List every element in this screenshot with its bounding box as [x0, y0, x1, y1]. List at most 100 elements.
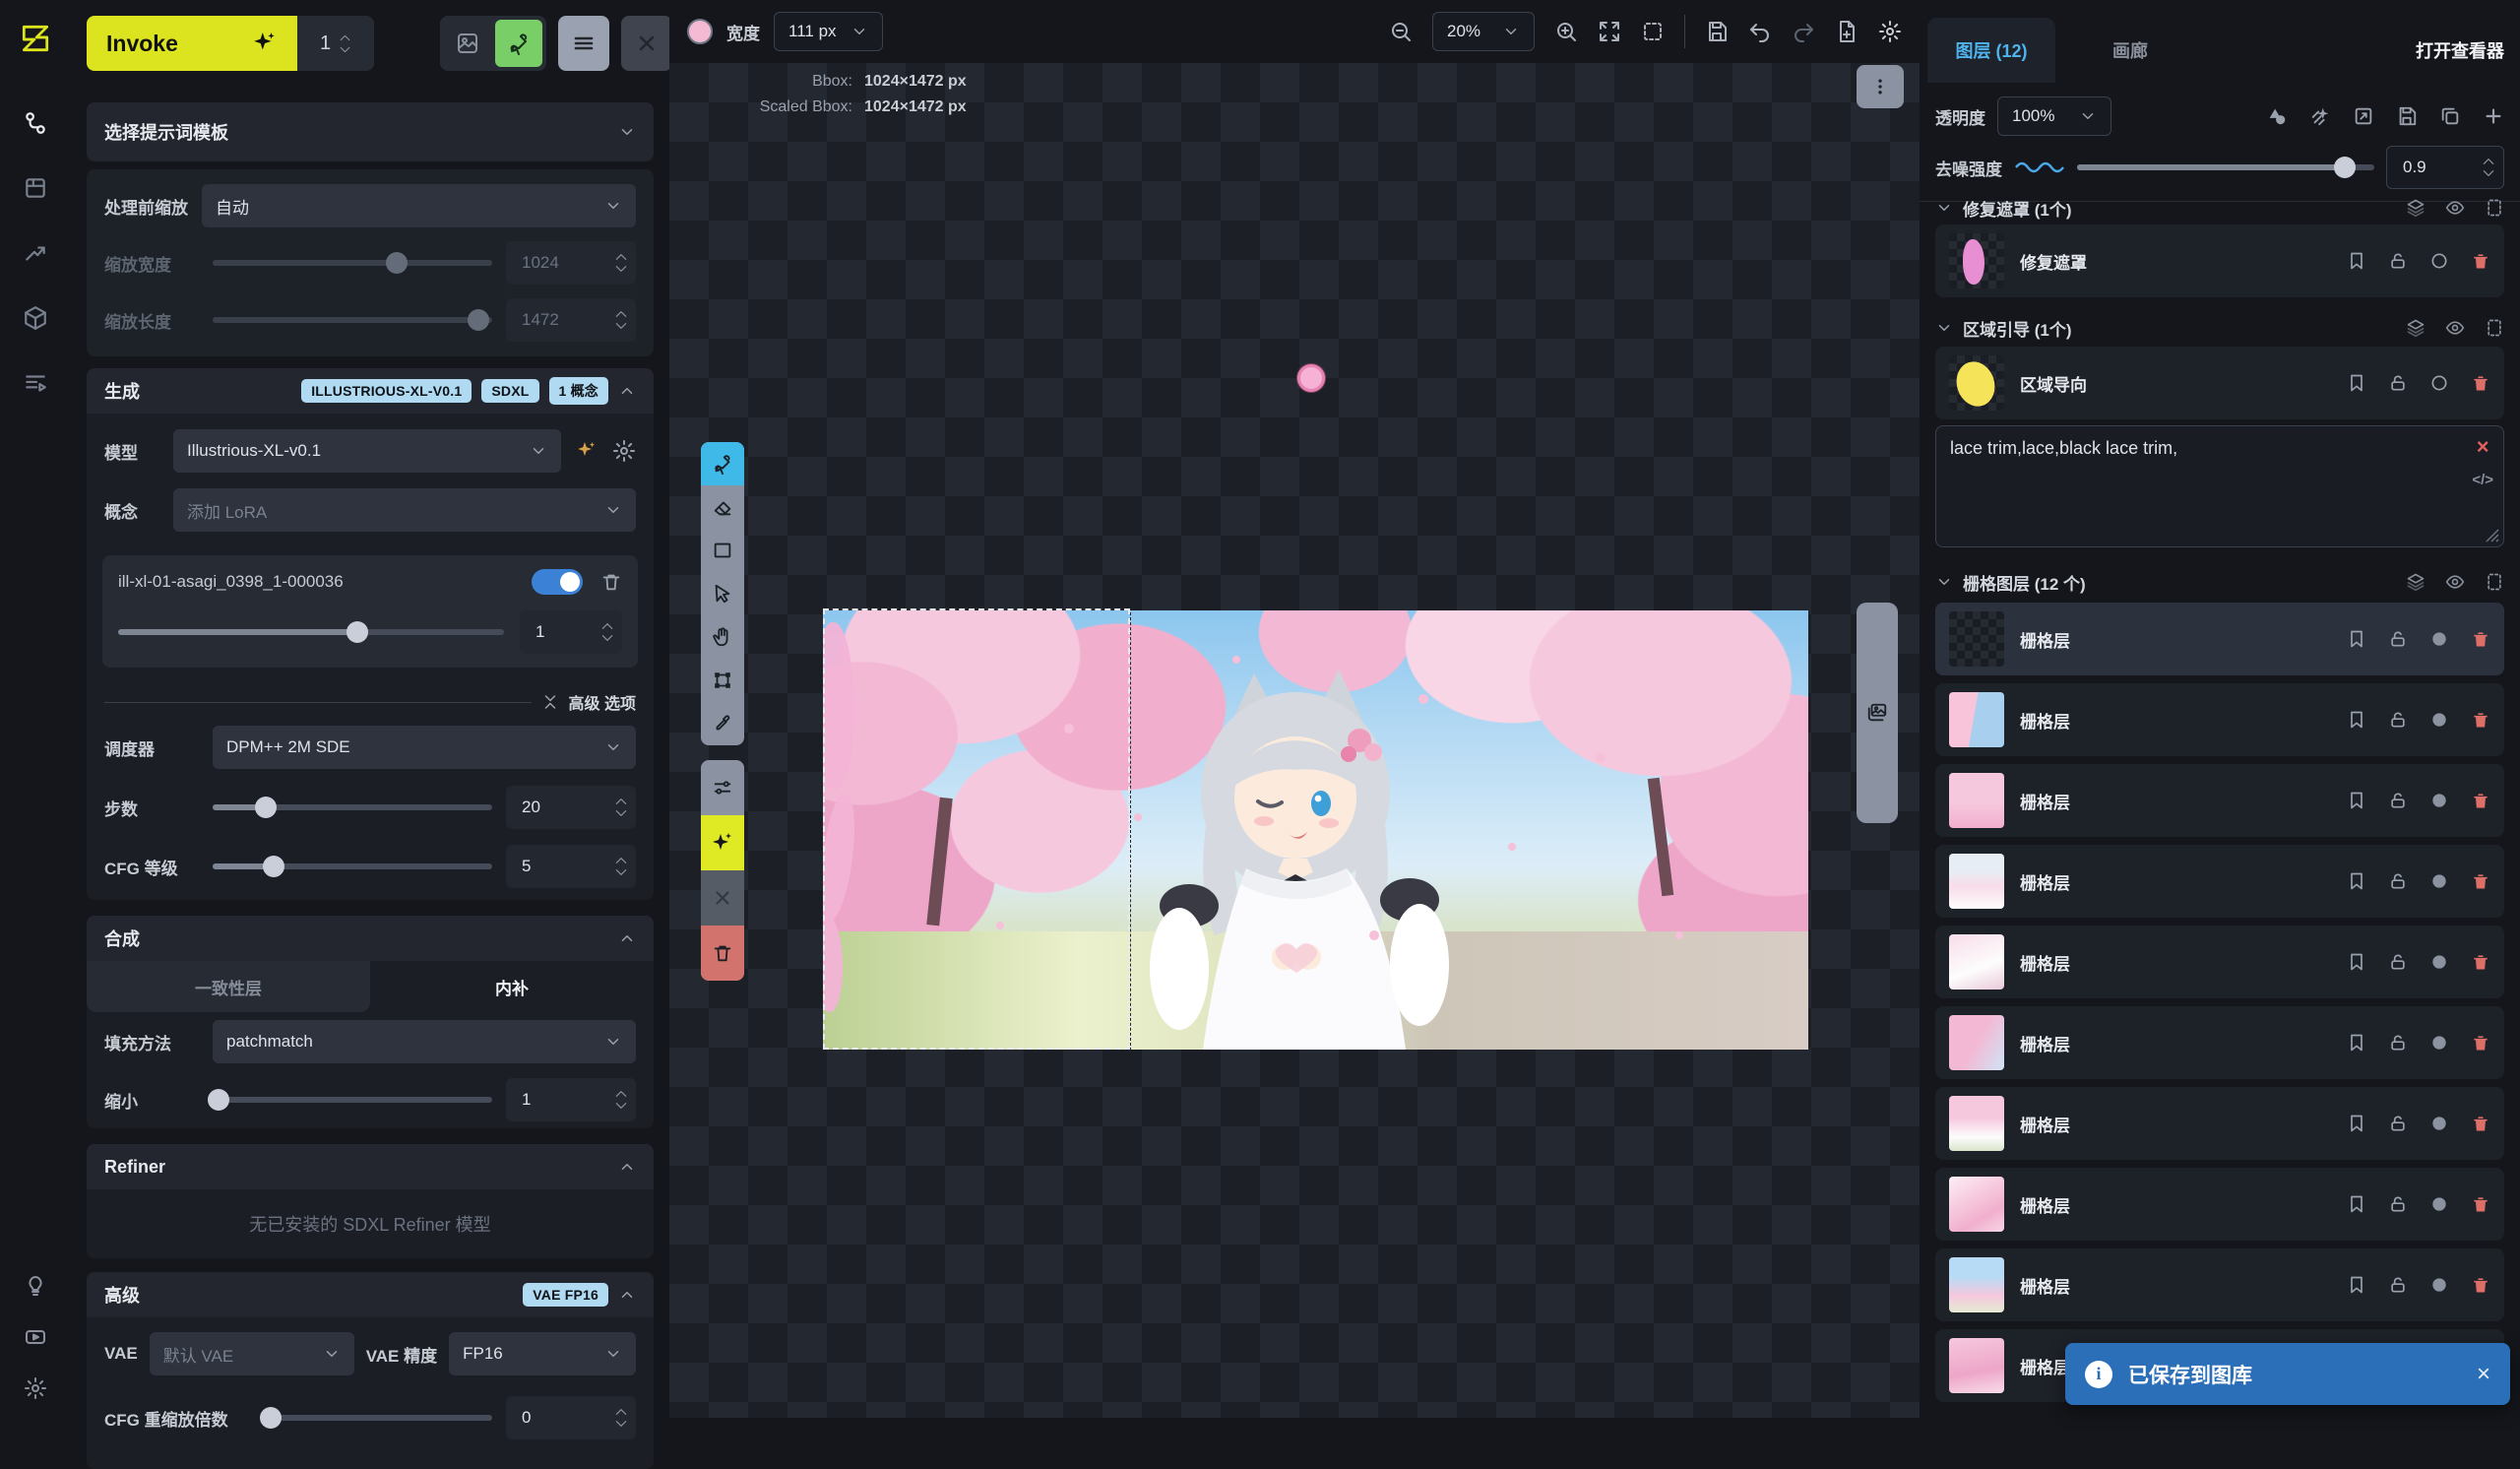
scale-height-slider[interactable]: [213, 308, 492, 332]
raster-layer-row[interactable]: 栅格层: [1935, 1248, 2504, 1321]
delete-layer-icon[interactable]: [2471, 251, 2490, 271]
steps-slider[interactable]: [213, 796, 492, 819]
invoke-button[interactable]: Invoke: [87, 16, 297, 71]
lock-icon[interactable]: [2388, 710, 2408, 730]
transform-tool-button[interactable]: [701, 659, 744, 702]
bookmark-icon[interactable]: [2347, 1275, 2366, 1295]
brush-view-button[interactable]: [495, 20, 542, 67]
model-sparkle-icon[interactable]: [575, 439, 598, 463]
brush-width-select[interactable]: 111 px: [774, 12, 883, 51]
downscale-input[interactable]: 1: [506, 1078, 636, 1121]
lock-icon[interactable]: [2388, 1194, 2408, 1214]
filter-settings-button[interactable]: [701, 760, 744, 815]
vae-precision-select[interactable]: FP16: [449, 1332, 636, 1375]
queue-count-input[interactable]: 1: [297, 16, 374, 71]
image-view-button[interactable]: [444, 20, 491, 67]
raster-layer-row[interactable]: 栅格层: [1935, 845, 2504, 918]
lock-icon[interactable]: [2388, 952, 2408, 972]
advanced-header[interactable]: 高级 VAE FP16: [87, 1272, 654, 1317]
group-bbox-icon[interactable]: [2485, 572, 2504, 592]
prompt-code-icon[interactable]: </>: [2472, 472, 2493, 488]
chevron-down-icon[interactable]: [618, 123, 636, 141]
raster-layer-row[interactable]: 栅格层: [1935, 926, 2504, 998]
regional-prompt-textarea[interactable]: lace trim,lace,black lace trim, × </>: [1935, 425, 2504, 547]
bookmark-icon[interactable]: [2347, 1114, 2366, 1133]
chevron-up-icon[interactable]: [618, 929, 636, 947]
bbox-frame-icon[interactable]: [1641, 20, 1665, 43]
visibility-circle-icon[interactable]: [2429, 1194, 2449, 1214]
prompt-clear-icon[interactable]: ×: [2477, 436, 2489, 458]
chevron-down-icon[interactable]: [1935, 573, 1953, 591]
downscale-slider[interactable]: [213, 1088, 492, 1112]
merge-shapes-icon[interactable]: [2266, 105, 2288, 127]
denoise-input[interactable]: 0.9: [2386, 146, 2504, 189]
lock-icon[interactable]: [2388, 251, 2408, 271]
tab-inpaint[interactable]: 内补: [370, 961, 654, 1012]
delete-layer-icon[interactable]: [2471, 1275, 2490, 1295]
zoom-out-icon[interactable]: [1389, 20, 1413, 43]
refiner-header[interactable]: Refiner: [87, 1144, 654, 1189]
toast-close-icon[interactable]: ×: [2477, 1361, 2490, 1388]
pan-tool-button[interactable]: [701, 615, 744, 659]
scheduler-select[interactable]: DPM++ 2M SDE: [213, 726, 636, 769]
close-panel-button[interactable]: [621, 16, 672, 71]
visibility-circle-icon[interactable]: [2429, 1114, 2449, 1133]
sparkle-trail-icon[interactable]: [2309, 105, 2331, 127]
nav-upscale-icon[interactable]: [23, 240, 48, 266]
visibility-circle-icon[interactable]: [2429, 373, 2449, 393]
lora-enabled-toggle[interactable]: [532, 569, 583, 595]
chevron-up-icon[interactable]: [618, 1158, 636, 1176]
inpaint-mask-layer-row[interactable]: 修复遮罩: [1935, 224, 2504, 297]
resize-handle-icon[interactable]: [2486, 529, 2499, 543]
chevron-down-icon[interactable]: [1935, 199, 1953, 217]
bookmark-icon[interactable]: [2347, 791, 2366, 810]
new-file-icon[interactable]: [1835, 20, 1858, 43]
invoke-logo-icon[interactable]: [19, 22, 52, 55]
lock-icon[interactable]: [2388, 791, 2408, 810]
model-settings-gear-icon[interactable]: [612, 439, 636, 463]
undo-icon[interactable]: [1748, 20, 1772, 43]
delete-layer-icon[interactable]: [2471, 1033, 2490, 1053]
bookmark-icon[interactable]: [2347, 1194, 2366, 1214]
raster-layer-row[interactable]: 栅格层: [1935, 764, 2504, 837]
generate-sparkle-button[interactable]: [701, 815, 744, 870]
eraser-tool-button[interactable]: [701, 485, 744, 529]
visibility-circle-icon[interactable]: [2429, 710, 2449, 730]
visibility-circle-icon[interactable]: [2429, 629, 2449, 649]
group-visibility-icon[interactable]: [2445, 198, 2465, 218]
delete-layer-icon[interactable]: [2471, 629, 2490, 649]
bookmark-icon[interactable]: [2347, 871, 2366, 891]
nav-workflow-nodes-icon[interactable]: [23, 110, 48, 136]
open-viewer-link[interactable]: 打开查看器: [2416, 37, 2504, 63]
cfg-rescale-slider[interactable]: [266, 1406, 492, 1430]
stepper-down-icon[interactable]: [339, 45, 351, 54]
scale-width-slider[interactable]: [213, 251, 492, 275]
bbox-selection-marquee[interactable]: [823, 608, 1130, 1050]
chevron-up-icon[interactable]: [618, 382, 636, 400]
cfg-rescale-input[interactable]: 0: [506, 1396, 636, 1439]
prompt-template-card[interactable]: 选择提示词模板: [87, 102, 654, 161]
group-layers-icon[interactable]: [2406, 318, 2426, 338]
menu-button[interactable]: [558, 16, 609, 71]
delete-button[interactable]: [701, 926, 744, 981]
lora-weight-input[interactable]: 1: [520, 610, 622, 654]
visibility-circle-icon[interactable]: [2429, 791, 2449, 810]
infill-method-select[interactable]: patchmatch: [213, 1020, 636, 1063]
save-layer-icon[interactable]: [2396, 105, 2418, 127]
bookmark-icon[interactable]: [2347, 251, 2366, 271]
group-bbox-icon[interactable]: [2485, 318, 2504, 338]
lock-icon[interactable]: [2388, 1114, 2408, 1133]
scale-box-icon[interactable]: [2353, 105, 2374, 127]
redo-icon[interactable]: [1792, 20, 1815, 43]
duplicate-icon[interactable]: [2439, 105, 2461, 127]
select-tool-button[interactable]: [701, 572, 744, 615]
bookmark-icon[interactable]: [2347, 710, 2366, 730]
lora-weight-slider[interactable]: [118, 620, 504, 644]
visibility-circle-icon[interactable]: [2429, 251, 2449, 271]
bookmark-icon[interactable]: [2347, 373, 2366, 393]
delete-layer-icon[interactable]: [2471, 710, 2490, 730]
rect-tool-button[interactable]: [701, 529, 744, 572]
delete-layer-icon[interactable]: [2471, 871, 2490, 891]
group-bbox-icon[interactable]: [2485, 198, 2504, 218]
eyedropper-tool-button[interactable]: [701, 702, 744, 745]
